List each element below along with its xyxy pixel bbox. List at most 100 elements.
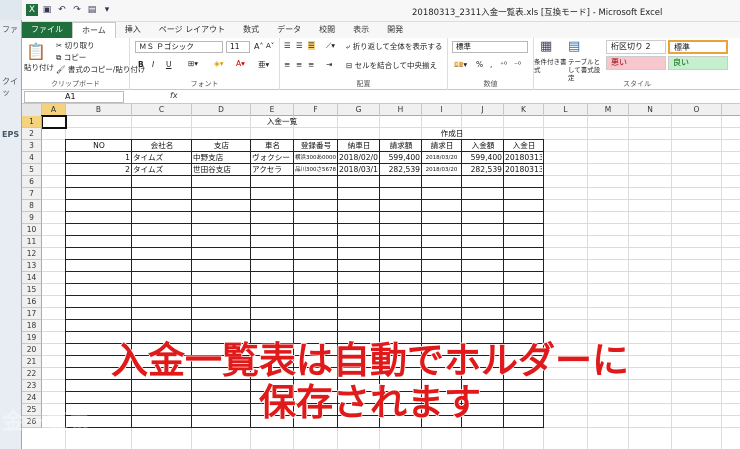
active-cell-a1[interactable] [41, 115, 67, 129]
data-cell[interactable]: アクセラ [252, 164, 292, 176]
data-cell[interactable]: 2018/03/20 [423, 164, 460, 176]
phonetic-icon[interactable]: 亜▾ [258, 59, 269, 70]
paste-icon[interactable]: 📋 [26, 42, 46, 61]
tab-insert[interactable]: 挿入 [116, 22, 150, 38]
data-cell[interactable]: 2018/02/03 [339, 152, 378, 164]
tab-formulas[interactable]: 数式 [234, 22, 268, 38]
data-cell[interactable]: 横浜300あ0000 [295, 152, 336, 164]
row-header-16[interactable]: 16 [22, 296, 42, 308]
formula-input[interactable] [182, 91, 738, 103]
indent-icon[interactable]: ⇥ [326, 60, 332, 69]
underline-button[interactable]: U [166, 60, 172, 69]
grow-font-icon[interactable]: A˄ [254, 42, 263, 51]
undo-icon[interactable]: ↶ [56, 4, 68, 16]
row-header-2[interactable]: 2 [22, 128, 42, 140]
column-header-g[interactable]: G [338, 104, 380, 116]
align-middle-icon[interactable]: ☰ [296, 41, 303, 50]
column-header-n[interactable]: N [629, 104, 672, 116]
fill-color-icon[interactable]: ◈▾ [214, 59, 224, 68]
style-good[interactable]: 良い [668, 56, 728, 70]
column-header-c[interactable]: C [132, 104, 192, 116]
data-cell[interactable]: 1 [67, 152, 130, 164]
data-cell[interactable]: 282,539 [381, 164, 420, 176]
row-header-14[interactable]: 14 [22, 272, 42, 284]
cut-button[interactable]: ✂ 切り取り [56, 40, 95, 51]
row-header-12[interactable]: 12 [22, 248, 42, 260]
column-header-o[interactable]: O [672, 104, 722, 116]
border-icon[interactable]: ⊞▾ [188, 59, 198, 68]
data-cell[interactable]: 世田谷支店 [193, 164, 249, 176]
tab-page-layout[interactable]: ページ レイアウト [150, 22, 234, 38]
row-header-3[interactable]: 3 [22, 140, 42, 152]
wrap-text-button[interactable]: ⤶ 折り返して全体を表示する [346, 41, 442, 52]
data-cell[interactable]: 品川300さ5678 [295, 164, 336, 176]
font-size-select[interactable]: 11 [226, 41, 250, 53]
column-header-b[interactable]: B [66, 104, 132, 116]
percent-icon[interactable]: % [476, 60, 483, 69]
customize-qat-icon[interactable]: ▾ [101, 4, 113, 16]
data-cell[interactable]: 20180313 [505, 152, 542, 164]
bold-button[interactable]: B [138, 60, 144, 69]
column-header-m[interactable]: M [588, 104, 629, 116]
row-header-17[interactable]: 17 [22, 308, 42, 320]
row-header-9[interactable]: 9 [22, 212, 42, 224]
style-normal[interactable]: 標準 [668, 40, 728, 54]
row-header-13[interactable]: 13 [22, 260, 42, 272]
tab-review[interactable]: 校閲 [310, 22, 344, 38]
column-header-j[interactable]: J [462, 104, 504, 116]
tab-developer[interactable]: 開発 [378, 22, 412, 38]
font-color-icon[interactable]: A▾ [236, 59, 245, 68]
conditional-format-button[interactable]: 条件付き書式 [534, 58, 568, 74]
data-cell[interactable]: ヴォクシー [252, 152, 292, 164]
copy-button[interactable]: ⧉ コピー [56, 52, 86, 63]
align-center-icon[interactable]: ≡ [296, 60, 302, 69]
tab-view[interactable]: 表示 [344, 22, 378, 38]
tab-home[interactable]: ホーム [72, 22, 116, 38]
align-left-icon[interactable]: ≡ [284, 60, 290, 69]
row-header-15[interactable]: 15 [22, 284, 42, 296]
row-header-8[interactable]: 8 [22, 200, 42, 212]
data-cell[interactable]: タイムズ [133, 164, 190, 176]
insert-function-icon[interactable]: fx [170, 91, 178, 100]
row-header-10[interactable]: 10 [22, 224, 42, 236]
data-cell[interactable]: 2018/03/20 [423, 152, 460, 164]
merge-center-button[interactable]: ⊟ セルを結合して中央揃え [346, 60, 437, 71]
redo-icon[interactable]: ↷ [71, 4, 83, 16]
data-cell[interactable]: 599,400 [463, 152, 502, 164]
data-cell[interactable]: 599,400 [381, 152, 420, 164]
conditional-format-icon[interactable]: ▦ [540, 39, 552, 54]
align-right-icon[interactable]: ≡ [308, 60, 314, 69]
table-format-icon[interactable]: ▤ [568, 39, 580, 54]
column-header-l[interactable]: L [544, 104, 588, 116]
row-header-1[interactable]: 1 [22, 116, 42, 128]
increase-decimal-icon[interactable]: ⁺⁰ [500, 60, 507, 69]
number-format-select[interactable]: 標準 [452, 41, 528, 53]
paste-button[interactable]: 貼り付け [24, 62, 54, 73]
data-cell[interactable]: 20180313 [505, 164, 542, 176]
column-header-f[interactable]: F [294, 104, 338, 116]
print-preview-icon[interactable]: ▤ [86, 4, 98, 16]
save-icon[interactable]: ▣ [41, 4, 53, 16]
decrease-decimal-icon[interactable]: ⁻⁰ [514, 60, 521, 69]
column-header-i[interactable]: I [422, 104, 462, 116]
column-header-h[interactable]: H [380, 104, 422, 116]
data-cell[interactable]: 2018/03/13 [339, 164, 378, 176]
italic-button[interactable]: I [152, 60, 154, 69]
align-top-icon[interactable]: ☰ [284, 41, 291, 50]
row-header-5[interactable]: 5 [22, 164, 42, 176]
select-all-corner[interactable] [22, 104, 42, 116]
comma-icon[interactable]: , [490, 60, 492, 69]
currency-icon[interactable]: 💴▾ [454, 60, 467, 69]
name-box[interactable]: A1 [24, 91, 124, 103]
tab-data[interactable]: データ [268, 22, 310, 38]
font-name-select[interactable]: ＭＳ Ｐゴシック [135, 41, 223, 53]
row-header-11[interactable]: 11 [22, 236, 42, 248]
align-bottom-icon[interactable]: ☰ [308, 41, 315, 50]
data-cell[interactable]: 282,539 [463, 164, 502, 176]
tab-file[interactable]: ファイル [22, 22, 72, 38]
row-header-4[interactable]: 4 [22, 152, 42, 164]
data-cell[interactable]: 中野支店 [193, 152, 249, 164]
style-comma2[interactable]: 桁区切り 2 [606, 40, 666, 54]
column-header-k[interactable]: K [504, 104, 544, 116]
orientation-icon[interactable]: ⟋▾ [326, 41, 335, 51]
